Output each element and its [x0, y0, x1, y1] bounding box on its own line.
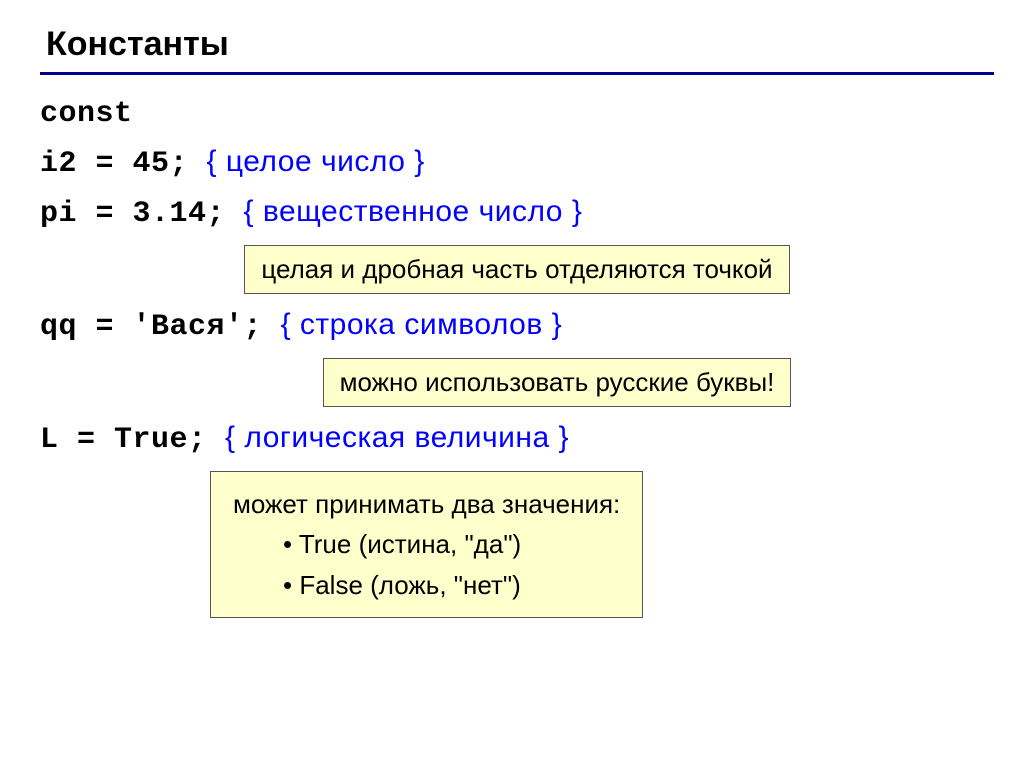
note-bool-header: может принимать два значения:	[233, 484, 620, 524]
horizontal-rule	[40, 72, 994, 75]
keyword-const: const	[40, 97, 994, 131]
line-qq: qq = 'Вася'; { строка символов }	[40, 308, 994, 344]
page-title: Константы	[46, 25, 994, 64]
note-russian: можно использовать русские буквы!	[323, 358, 792, 407]
note-bool-row: может принимать два значения: True (исти…	[40, 471, 994, 618]
comment-qq: { строка символов }	[281, 308, 563, 341]
note-decimal-row: целая и дробная часть отделяются точкой	[40, 245, 994, 294]
comment-pi: { вещественное число }	[244, 195, 583, 228]
code-l: L = True;	[40, 423, 207, 457]
note-bool-true: True (истина, "да")	[233, 524, 620, 564]
line-pi: pi = 3.14; { вещественное число }	[40, 195, 994, 231]
line-i2: i2 = 45; { целое число }	[40, 145, 994, 181]
code-qq: qq = 'Вася';	[40, 310, 262, 344]
note-decimal: целая и дробная часть отделяются точкой	[244, 245, 789, 294]
comment-i2: { целое число }	[207, 145, 425, 178]
code-i2: i2 = 45;	[40, 147, 188, 181]
comment-l: { логическая величина }	[225, 421, 569, 454]
note-bool: может принимать два значения: True (исти…	[210, 471, 643, 618]
note-bool-false: False (ложь, "нет")	[233, 565, 620, 605]
line-l: L = True; { логическая величина }	[40, 421, 994, 457]
note-russian-row: можно использовать русские буквы!	[40, 358, 994, 407]
code-pi: pi = 3.14;	[40, 197, 225, 231]
